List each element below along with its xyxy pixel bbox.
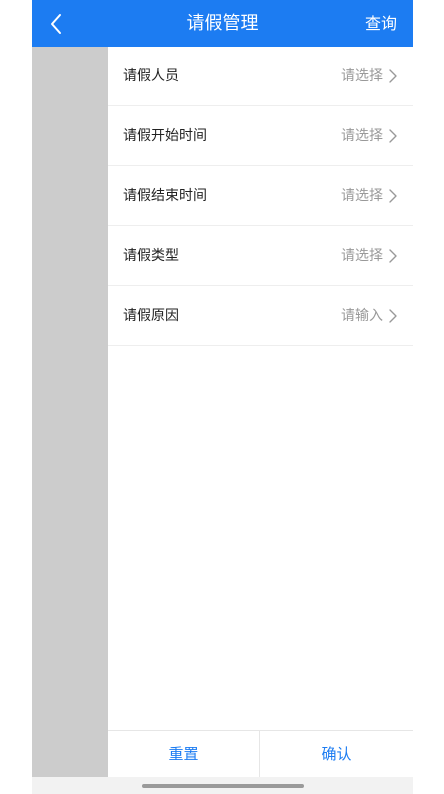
chevron-right-icon [389,249,397,263]
row-placeholder: 请选择 [341,248,383,264]
leave-form-panel: 请假人员 请选择 请假开始时间 请选择 请假结束时间 请选择 请假类型 请选择 … [108,47,413,730]
form-row-start-time[interactable]: 请假开始时间 请选择 [108,107,413,166]
back-button[interactable] [38,6,74,42]
page-title: 请假管理 [186,13,259,34]
row-placeholder: 请选择 [341,188,383,204]
reset-button[interactable]: 重置 [108,731,260,777]
row-placeholder: 请选择 [341,68,383,84]
row-label: 请假原因 [123,308,179,324]
right-margin [413,0,444,794]
row-placeholder: 请输入 [341,308,383,324]
chevron-right-icon [389,129,397,143]
bottom-action-bar: 重置 确认 [108,730,413,777]
chevron-right-icon [389,309,397,323]
filter-sidebar-overlay[interactable] [32,47,108,777]
query-button[interactable]: 查询 [365,0,397,47]
chevron-right-icon [389,189,397,203]
row-placeholder: 请选择 [341,128,383,144]
row-label: 请假人员 [123,68,179,84]
form-row-leave-type[interactable]: 请假类型 请选择 [108,227,413,286]
form-row-end-time[interactable]: 请假结束时间 请选择 [108,167,413,226]
chevron-left-icon [50,13,62,35]
row-label: 请假开始时间 [123,128,207,144]
row-label: 请假类型 [123,248,179,264]
form-row-leave-reason[interactable]: 请假原因 请输入 [108,287,413,346]
form-row-leave-person[interactable]: 请假人员 请选择 [108,47,413,106]
left-margin [0,0,32,794]
row-label: 请假结束时间 [123,188,207,204]
confirm-button[interactable]: 确认 [260,731,413,777]
home-indicator[interactable] [142,784,304,788]
header-bar: 请假管理 查询 [32,0,413,47]
chevron-right-icon [389,69,397,83]
